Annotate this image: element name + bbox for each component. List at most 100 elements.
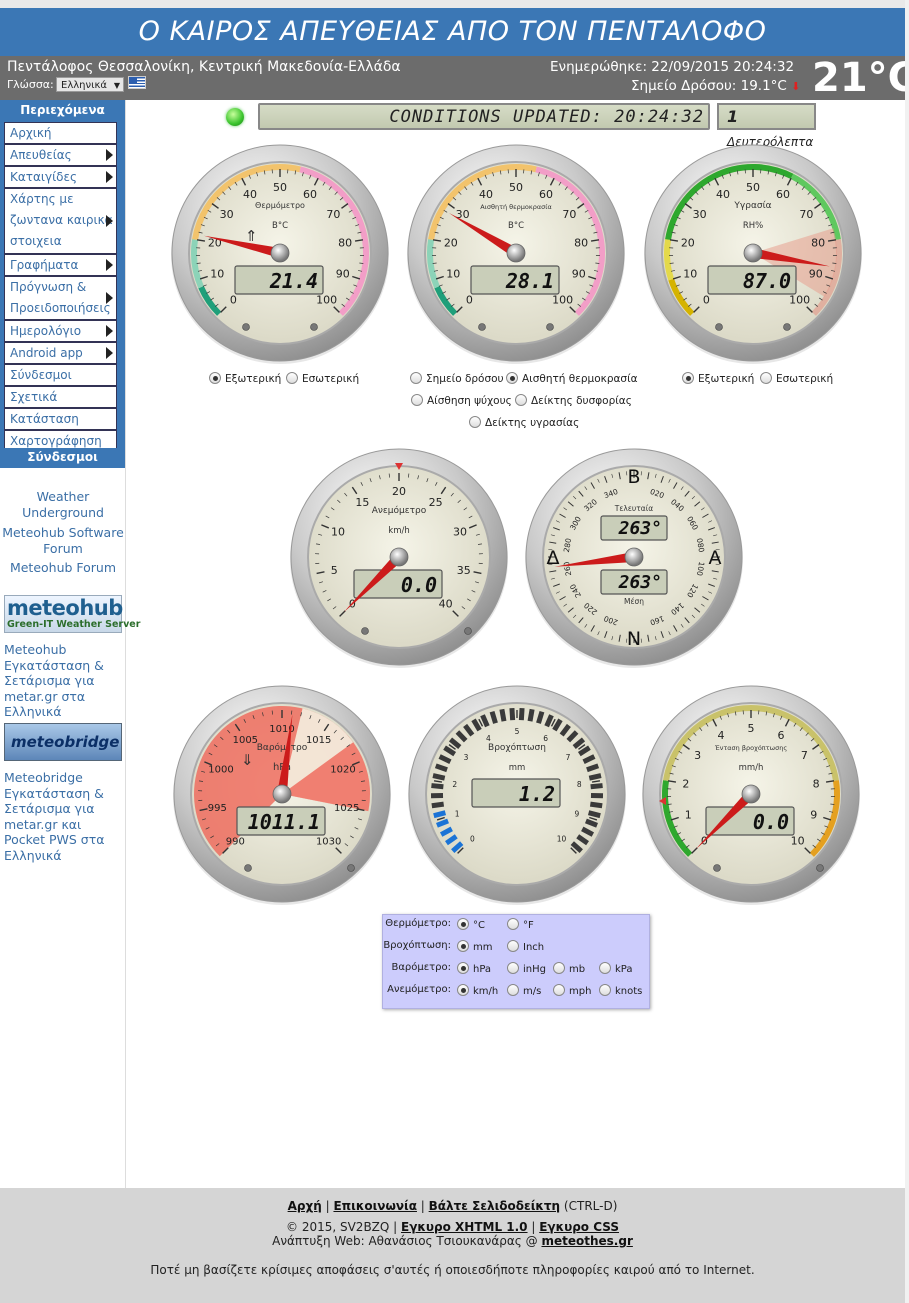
unit-fahrenheit-option[interactable]: °F — [507, 918, 534, 931]
unit-inhg-option[interactable]: inHg — [507, 962, 546, 975]
sidebar-item-label: Ημερολόγιο — [10, 324, 82, 338]
scrollbar-track[interactable] — [905, 0, 909, 1303]
unit-celsius-option[interactable]: °C — [457, 918, 485, 931]
link-weather-underground[interactable]: Weather Underground — [2, 489, 124, 521]
radio-selected[interactable] — [682, 372, 694, 384]
radio-selected[interactable] — [457, 918, 469, 930]
sidebar-item-status[interactable]: Κατάσταση — [4, 408, 117, 430]
discomfort-index-option[interactable]: Δείκτης δυσφορίας — [515, 394, 632, 407]
option-label: knots — [615, 986, 643, 997]
developer-link[interactable]: meteothes.gr — [541, 1234, 632, 1248]
radio[interactable] — [515, 394, 527, 406]
sidebar-item-charts[interactable]: Γραφήματα — [4, 254, 117, 276]
footer-bookmark-link[interactable]: Βάλτε Σελιδοδείκτη — [429, 1199, 560, 1213]
unit-ms-option[interactable]: m/s — [507, 984, 541, 997]
feels-like-tick-label: 10 — [446, 267, 460, 280]
rain-rate-tick-label: 1 — [685, 808, 692, 821]
unit-knots-option[interactable]: knots — [599, 984, 642, 997]
triangle-right-icon — [106, 259, 113, 271]
radio[interactable] — [410, 372, 422, 384]
unit-inch-option[interactable]: Inch — [507, 940, 544, 953]
unit-hpa-option[interactable]: hPa — [457, 962, 491, 975]
greek-flag-icon[interactable] — [128, 76, 146, 89]
radio[interactable] — [507, 940, 519, 952]
thermometer-tick-label: 40 — [243, 188, 257, 201]
radio[interactable] — [507, 984, 519, 996]
feels-like-option[interactable]: Αισθητή θερμοκρασία — [506, 372, 638, 385]
radio[interactable] — [599, 962, 611, 974]
humidity-indoor-option[interactable]: Εσωτερική — [760, 372, 833, 385]
xhtml-link[interactable]: Εγκυρο XHTML 1.0 — [401, 1220, 528, 1234]
footer-links: Αρχή | Επικοινωνία | Βάλτε Σελιδοδείκτη … — [0, 1199, 905, 1213]
radio-selected[interactable] — [457, 962, 469, 974]
barometer-tick-label: 1005 — [233, 735, 258, 746]
humidity-outdoor-option[interactable]: Εξωτερική — [682, 372, 754, 385]
rainfall-tick-label: 6 — [543, 734, 548, 743]
thermometer-gauge: 0 10 20 30 40 50 60 70 80 90 100 Θερμόμετρο B°C ⇑ 21.4 — [169, 142, 391, 364]
wind-direction-last-value: 263° — [618, 518, 662, 539]
unit-mph-option[interactable]: mph — [553, 984, 591, 997]
triangle-right-icon — [106, 325, 113, 337]
footer-developer: Ανάπτυξη Web: Αθανάσιος Τσιουκανάρας @ m… — [0, 1234, 905, 1248]
humidity-gauge: 0 10 20 30 40 50 60 70 80 90 100 Υγρασία RH% 87.0 — [642, 142, 864, 364]
unit-mb-option[interactable]: mb — [553, 962, 585, 975]
chevron-down-icon: ▼ — [113, 81, 120, 90]
radio[interactable] — [760, 372, 772, 384]
sidebar-item-forecast[interactable]: Πρόγνωση & Προειδοποιήσεις — [4, 276, 117, 320]
humidity-value: 87.0 — [743, 269, 791, 293]
radio[interactable] — [553, 984, 565, 996]
language-select[interactable]: Ελληνικά ▼ — [56, 77, 124, 92]
sidebar-item-links[interactable]: Σύνδεσμοι — [4, 364, 117, 386]
radio[interactable] — [411, 394, 423, 406]
rainfall-dial: 0 1 2 3 4 5 6 7 8 9 10 Βροχόπτωση mm 1.2 — [408, 685, 626, 905]
radio[interactable] — [507, 918, 519, 930]
wind-direction-avg-title: Μέση — [624, 597, 644, 606]
meteohub-logo[interactable]: meteohub Green-IT Weather Server — [4, 595, 140, 633]
temp-indoor-option[interactable]: Εσωτερική — [286, 372, 359, 385]
rain-rate-unit: mm/h — [739, 763, 764, 773]
temp-outdoor-option[interactable]: Εξωτερική — [209, 372, 281, 385]
thermometer-dial: 0102030405060708090100ΘερμόμετροB°C⇑21.4 — [171, 144, 389, 364]
radio-selected[interactable] — [209, 372, 221, 384]
radio-selected[interactable] — [457, 984, 469, 996]
css-link[interactable]: Εγκυρο CSS — [539, 1220, 619, 1234]
link-meteohub-forum[interactable]: Meteohub Forum — [2, 560, 124, 576]
thermometer-tick-label: 90 — [336, 267, 350, 280]
sidebar-item-label: Σύνδεσμοι — [10, 368, 72, 382]
unit-kmh-option[interactable]: km/h — [457, 984, 498, 997]
feels-like-tick-label: 90 — [572, 267, 586, 280]
footer-home-link[interactable]: Αρχή — [288, 1199, 322, 1213]
radio-selected[interactable] — [506, 372, 518, 384]
humidity-tick-label: 100 — [789, 294, 810, 307]
anemometer-title: Ανεμόμετρο — [372, 505, 427, 516]
radio[interactable] — [599, 984, 611, 996]
units-panel: Θερμόμετρο: °C °F Βροχόπτωση: mm Inch Βα… — [382, 914, 650, 1009]
unit-mm-option[interactable]: mm — [457, 940, 492, 953]
copyright-text: © 2015, SV2BZQ | — [286, 1220, 402, 1234]
sidebar-item-calendar[interactable]: Ημερολόγιο — [4, 320, 117, 342]
radio[interactable] — [553, 962, 565, 974]
radio[interactable] — [469, 416, 481, 428]
humidex-option[interactable]: Δείκτης υγρασίας — [469, 416, 579, 429]
link-meteohub-software-forum[interactable]: Meteohub Software Forum — [2, 525, 124, 557]
rainfall-tick-label: 0 — [470, 835, 475, 844]
dewpoint-option[interactable]: Σημείο δρόσου — [410, 372, 504, 385]
windchill-option[interactable]: Αίσθηση ψύχους — [411, 394, 512, 407]
unit-kpa-option[interactable]: kPa — [599, 962, 633, 975]
sidebar-item-android[interactable]: Android app — [4, 342, 117, 364]
link-meteobridge-setup[interactable]: Meteobridge Εγκατάσταση & Σετάρισμα για … — [4, 770, 122, 863]
link-meteohub-setup[interactable]: Meteohub Εγκατάσταση & Σετάρισμα για met… — [4, 642, 122, 720]
sidebar-item-live[interactable]: Απευθείας — [4, 144, 117, 166]
anemometer-tick-label: 5 — [331, 564, 338, 577]
radio[interactable] — [286, 372, 298, 384]
wind-direction-avg-value: 263° — [618, 572, 662, 593]
radio-selected[interactable] — [457, 940, 469, 952]
radio[interactable] — [507, 962, 519, 974]
sidebar-item-home[interactable]: Αρχική — [4, 122, 117, 144]
sidebar-item-about[interactable]: Σχετικά — [4, 386, 117, 408]
footer-contact-link[interactable]: Επικοινωνία — [333, 1199, 417, 1213]
sidebar-item-storms[interactable]: Καταιγίδες — [4, 166, 117, 188]
triangle-right-icon — [106, 171, 113, 183]
sidebar-item-live-map[interactable]: Χάρτης με ζωντανα καιρικα στοιχεια — [4, 188, 117, 254]
meteobridge-logo[interactable]: meteobridge — [4, 723, 122, 761]
